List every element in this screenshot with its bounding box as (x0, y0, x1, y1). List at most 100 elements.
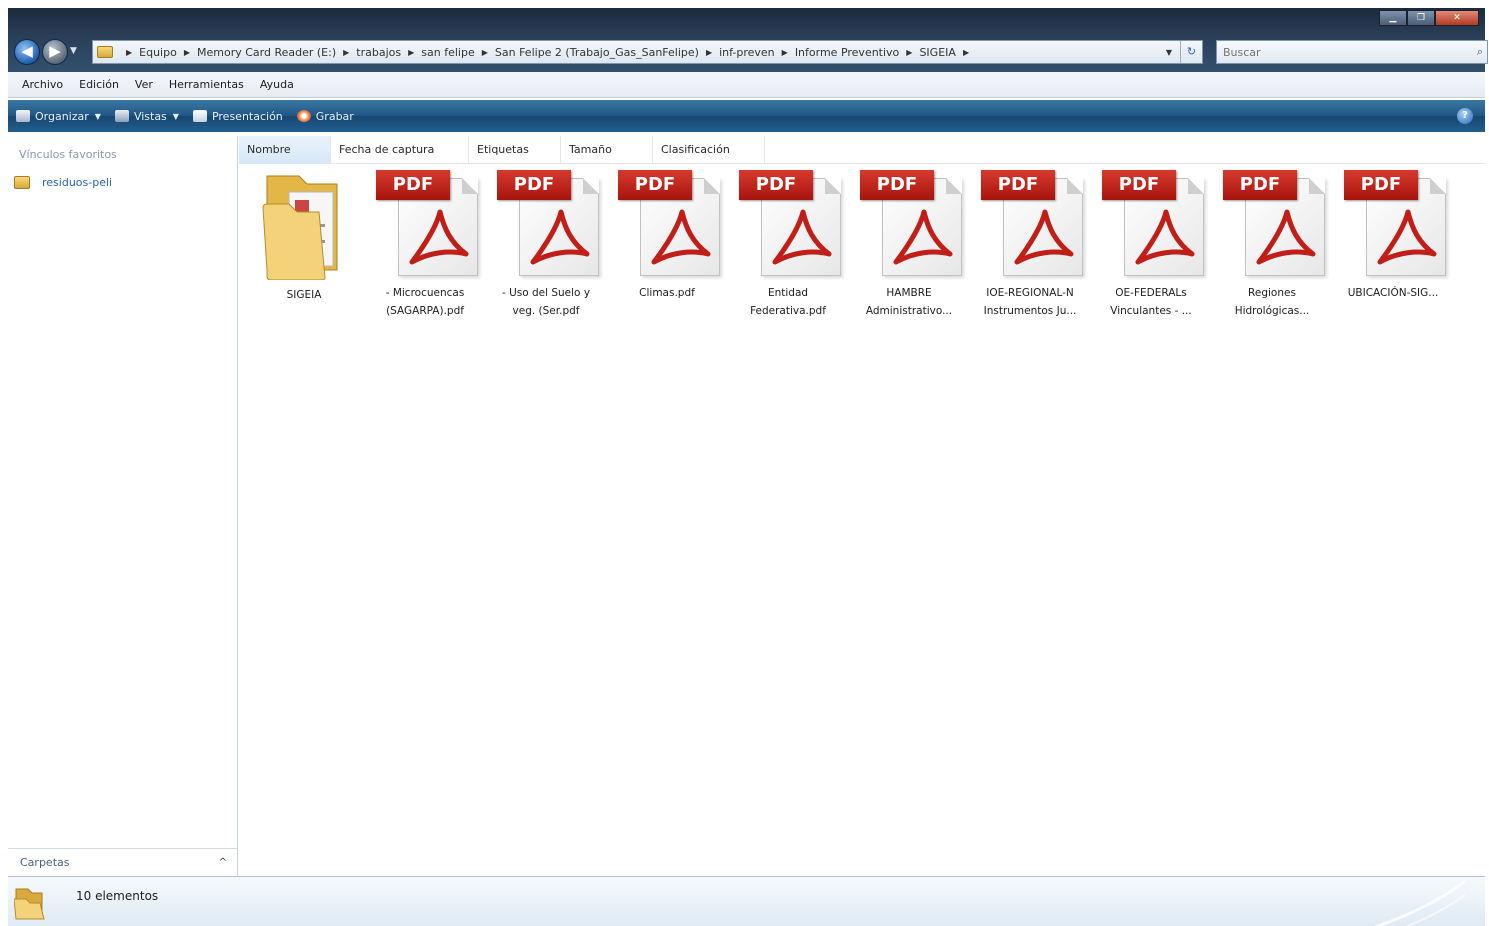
pdf-file-item[interactable]: PDF IOE-REGIONAL-N Instrumentos Ju... (971, 170, 1089, 320)
breadcrumb-separator-icon[interactable]: ▶ (706, 48, 712, 57)
search-input[interactable] (1217, 41, 1457, 63)
pdf-file-icon: PDF (739, 170, 843, 278)
breadcrumb-separator-icon[interactable]: ▶ (408, 48, 414, 57)
slideshow-label: Presentación (211, 109, 283, 123)
menu-bar: Archivo Edición Ver Herramientas Ayuda (8, 72, 1485, 98)
breadcrumb-separator-icon[interactable]: ▶ (963, 48, 969, 57)
navigation-pane: Vínculos favoritos residuos-peli Carpeta… (8, 136, 238, 876)
acrobat-logo-icon (1253, 206, 1319, 271)
acrobat-logo-icon (1132, 206, 1198, 271)
organize-icon (16, 110, 30, 122)
pdf-file-item[interactable]: PDF OE-FEDERALs Vinculantes - ... (1092, 170, 1210, 320)
views-label: Vistas (133, 109, 167, 123)
menu-herramientas[interactable]: Herramientas (169, 78, 244, 91)
pdf-file-item[interactable]: PDF - Microcuencas (SAGARPA).pdf (366, 170, 484, 320)
column-header-nombre[interactable]: Nombre (239, 136, 331, 164)
file-label: Climas.pdf (639, 287, 695, 299)
recent-pages-dropdown-icon[interactable]: ▼ (70, 46, 77, 56)
file-list: SIGEIA PDF - Microcuencas (SAGARPA).pdf … (239, 164, 1485, 876)
breadcrumb-separator-icon[interactable]: ▶ (482, 48, 488, 57)
pdf-file-item[interactable]: PDF HAMBRE Administrativo... (850, 170, 968, 320)
organize-button[interactable]: Organizar ▼ (16, 110, 101, 123)
breadcrumb-item[interactable]: ▶ Informe Preventivo (775, 46, 900, 59)
search-box[interactable]: ⌕ (1216, 40, 1488, 64)
forward-button[interactable]: ▶ (42, 39, 68, 65)
breadcrumb-label: SIGEIA (919, 45, 956, 59)
slideshow-button[interactable]: Presentación (192, 109, 283, 123)
breadcrumb-item[interactable]: ▶ Memory Card Reader (E:) (177, 46, 336, 59)
pdf-file-item[interactable]: PDF UBICACIÓN-SIG... (1334, 170, 1452, 302)
address-bar[interactable]: ▶ Equipo ▶ Memory Card Reader (E:) ▶ trabajos… (92, 40, 1203, 64)
file-label: IOE-REGIONAL-N Instrumentos Ju... (983, 287, 1077, 317)
file-label: OE-FEDERALs Vinculantes - ... (1110, 287, 1192, 317)
breadcrumb-separator-icon[interactable]: ▶ (782, 48, 788, 57)
column-header-clasificacion[interactable]: Clasificación (653, 136, 765, 164)
column-header-tamano[interactable]: Tamaño (561, 136, 653, 164)
breadcrumb-item[interactable]: ▶ inf-preven (699, 46, 775, 59)
search-icon[interactable]: ⌕ (1477, 45, 1483, 59)
breadcrumb-item[interactable]: ▶ san felipe (401, 46, 475, 59)
chevron-down-icon: ▼ (94, 111, 101, 121)
pdf-file-item[interactable]: PDF Entidad Federativa.pdf (729, 170, 847, 320)
address-dropdown-icon[interactable]: ▼ (1158, 48, 1180, 57)
breadcrumb-item[interactable]: ▶ SIGEIA (899, 46, 956, 59)
breadcrumb-separator-icon[interactable]: ▶ (906, 48, 912, 57)
close-button[interactable]: ✕ (1435, 10, 1479, 26)
pdf-file-item[interactable]: PDF Regiones Hidrológicas... (1213, 170, 1331, 320)
folder-icon (259, 170, 349, 281)
refresh-icon[interactable]: ↻ (1180, 41, 1202, 63)
chevron-up-icon[interactable]: ^ (219, 857, 227, 868)
breadcrumb-label: Equipo (139, 45, 177, 59)
burn-disc-icon (296, 110, 311, 122)
menu-edicion[interactable]: Edición (79, 78, 119, 91)
breadcrumb-label: inf-preven (719, 45, 775, 59)
views-button[interactable]: Vistas ▼ (114, 109, 179, 123)
breadcrumb-separator-icon[interactable]: ▶ (343, 48, 349, 57)
acrobat-logo-icon (1011, 206, 1077, 271)
breadcrumb-item[interactable]: ▶ San Felipe 2 (Trabajo_Gas_SanFelipe) (475, 46, 699, 59)
pdf-file-icon: PDF (618, 170, 722, 278)
file-label: Entidad Federativa.pdf (750, 287, 826, 317)
command-toolbar: Organizar ▼ Vistas ▼ Presentación Grabar… (8, 100, 1485, 132)
minimize-button[interactable]: ▁ (1379, 10, 1407, 26)
favorite-link-label: residuos-peli (42, 176, 113, 189)
title-bar: ▁ ❐ ✕ ◀ ▶ ▼ ▶ Equipo ▶ Memory Card Reader (… (8, 8, 1488, 72)
favorites-heading: Vínculos favoritos (19, 148, 117, 161)
file-label: - Microcuencas (SAGARPA).pdf (385, 287, 465, 317)
file-label: UBICACIÓN-SIG... (1347, 287, 1439, 299)
breadcrumb-item[interactable]: ▶ Equipo (119, 46, 177, 59)
organize-label: Organizar (35, 109, 89, 123)
column-header-fecha-de-captura[interactable]: Fecha de captura (331, 136, 469, 164)
acrobat-logo-icon (890, 206, 956, 271)
address-controls: ▼ ↻ (1158, 41, 1202, 63)
folder-item-sigeia[interactable]: SIGEIA (245, 170, 363, 304)
pdf-badge: PDF (1223, 170, 1297, 200)
pdf-badge: PDF (739, 170, 813, 200)
folders-toggle[interactable]: Carpetas ^ (8, 848, 237, 876)
pdf-file-icon: PDF (497, 170, 601, 278)
pdf-file-icon: PDF (376, 170, 480, 278)
breadcrumb-item[interactable]: ▶ trabajos (336, 46, 401, 59)
pdf-badge: PDF (1344, 170, 1418, 200)
breadcrumb-label: Informe Preventivo (794, 45, 900, 59)
window-controls: ▁ ❐ ✕ (1379, 10, 1479, 26)
menu-archivo[interactable]: Archivo (22, 78, 63, 91)
burn-button[interactable]: Grabar (296, 110, 354, 123)
acrobat-logo-icon (769, 206, 835, 271)
folders-label: Carpetas (20, 856, 70, 869)
column-header-etiquetas[interactable]: Etiquetas (469, 136, 561, 164)
breadcrumb-separator-icon[interactable]: ▶ (126, 48, 132, 57)
column-headers: Nombre Fecha de captura Etiquetas Tamaño… (239, 136, 1485, 164)
menu-ver[interactable]: Ver (135, 78, 153, 91)
acrobat-logo-icon (527, 206, 593, 271)
pdf-file-item[interactable]: PDF - Uso del Suelo y veg. (Ser.pdf (487, 170, 605, 320)
breadcrumb-separator-icon[interactable]: ▶ (184, 48, 190, 57)
views-icon (114, 110, 129, 122)
back-button[interactable]: ◀ (14, 39, 40, 65)
menu-ayuda[interactable]: Ayuda (260, 78, 294, 91)
pdf-badge: PDF (497, 170, 571, 200)
maximize-button[interactable]: ❐ (1407, 10, 1435, 26)
help-icon[interactable]: ? (1457, 108, 1473, 124)
favorite-link-residuos-peli[interactable]: residuos-peli (14, 176, 112, 189)
pdf-file-item[interactable]: PDF Climas.pdf (608, 170, 726, 302)
